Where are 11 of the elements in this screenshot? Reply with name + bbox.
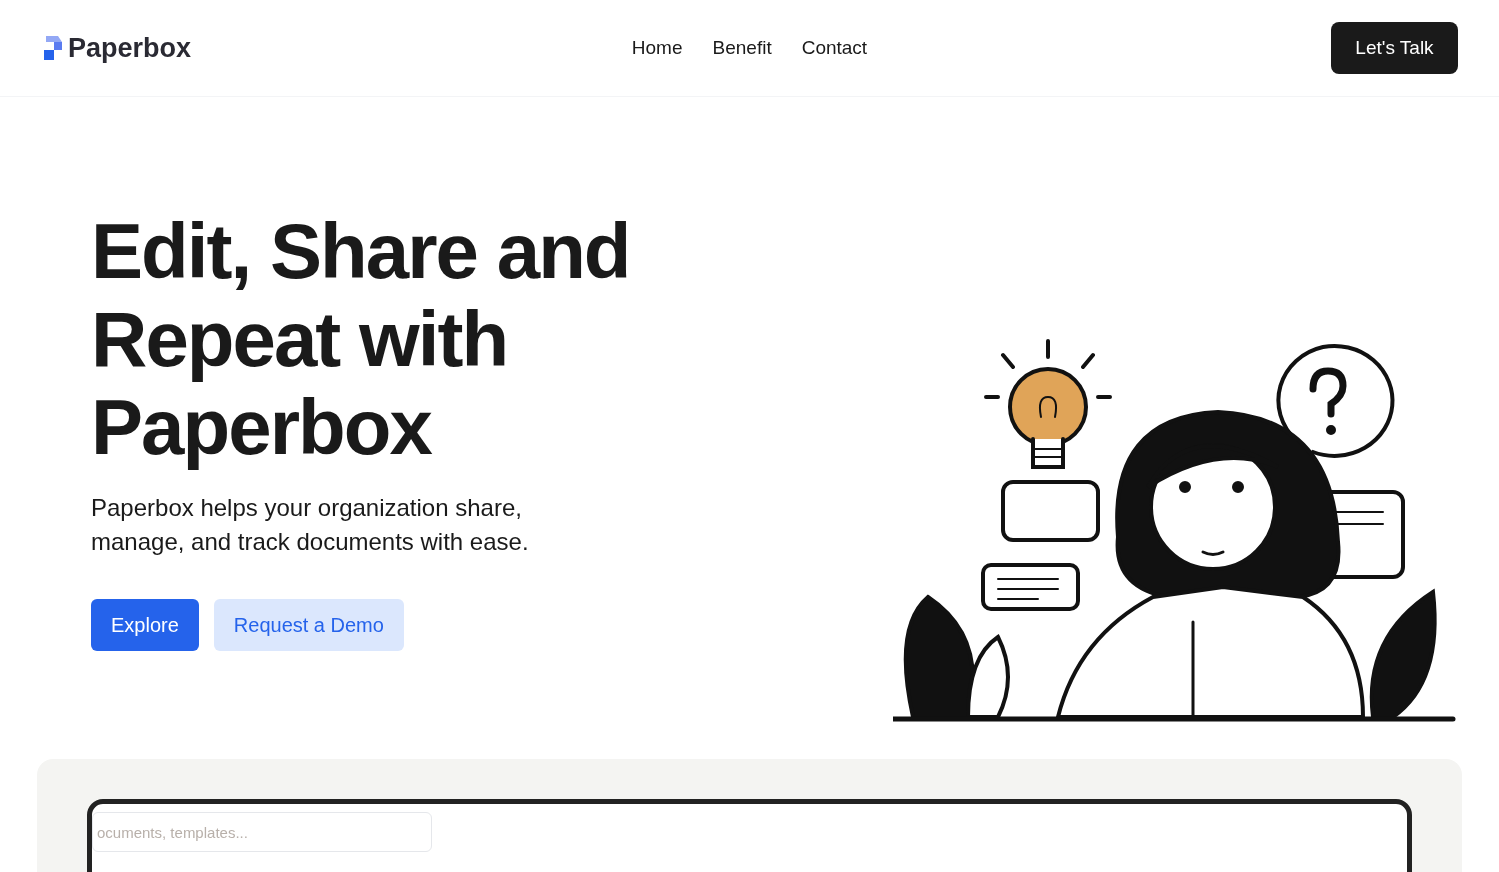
explore-button[interactable]: Explore: [91, 599, 199, 651]
nav-link[interactable]: Contact: [801, 33, 868, 63]
search-field[interactable]: ocuments, templates...: [92, 812, 432, 852]
nav-link[interactable]: Home: [631, 33, 683, 63]
hero-heading: Edit, Share and Repeat with Paperbox: [91, 207, 631, 471]
hero-description: Paperbox helps your organization share, manage, and track documents with ease.: [91, 493, 530, 557]
nav-link[interactable]: Benefit: [712, 33, 772, 63]
request-demo-button[interactable]: Request a Demo: [213, 599, 404, 651]
logo-icon: [42, 34, 64, 62]
lets-talk-button[interactable]: Let's Talk: [1331, 22, 1458, 74]
logo-text: Paperbox: [68, 31, 192, 65]
